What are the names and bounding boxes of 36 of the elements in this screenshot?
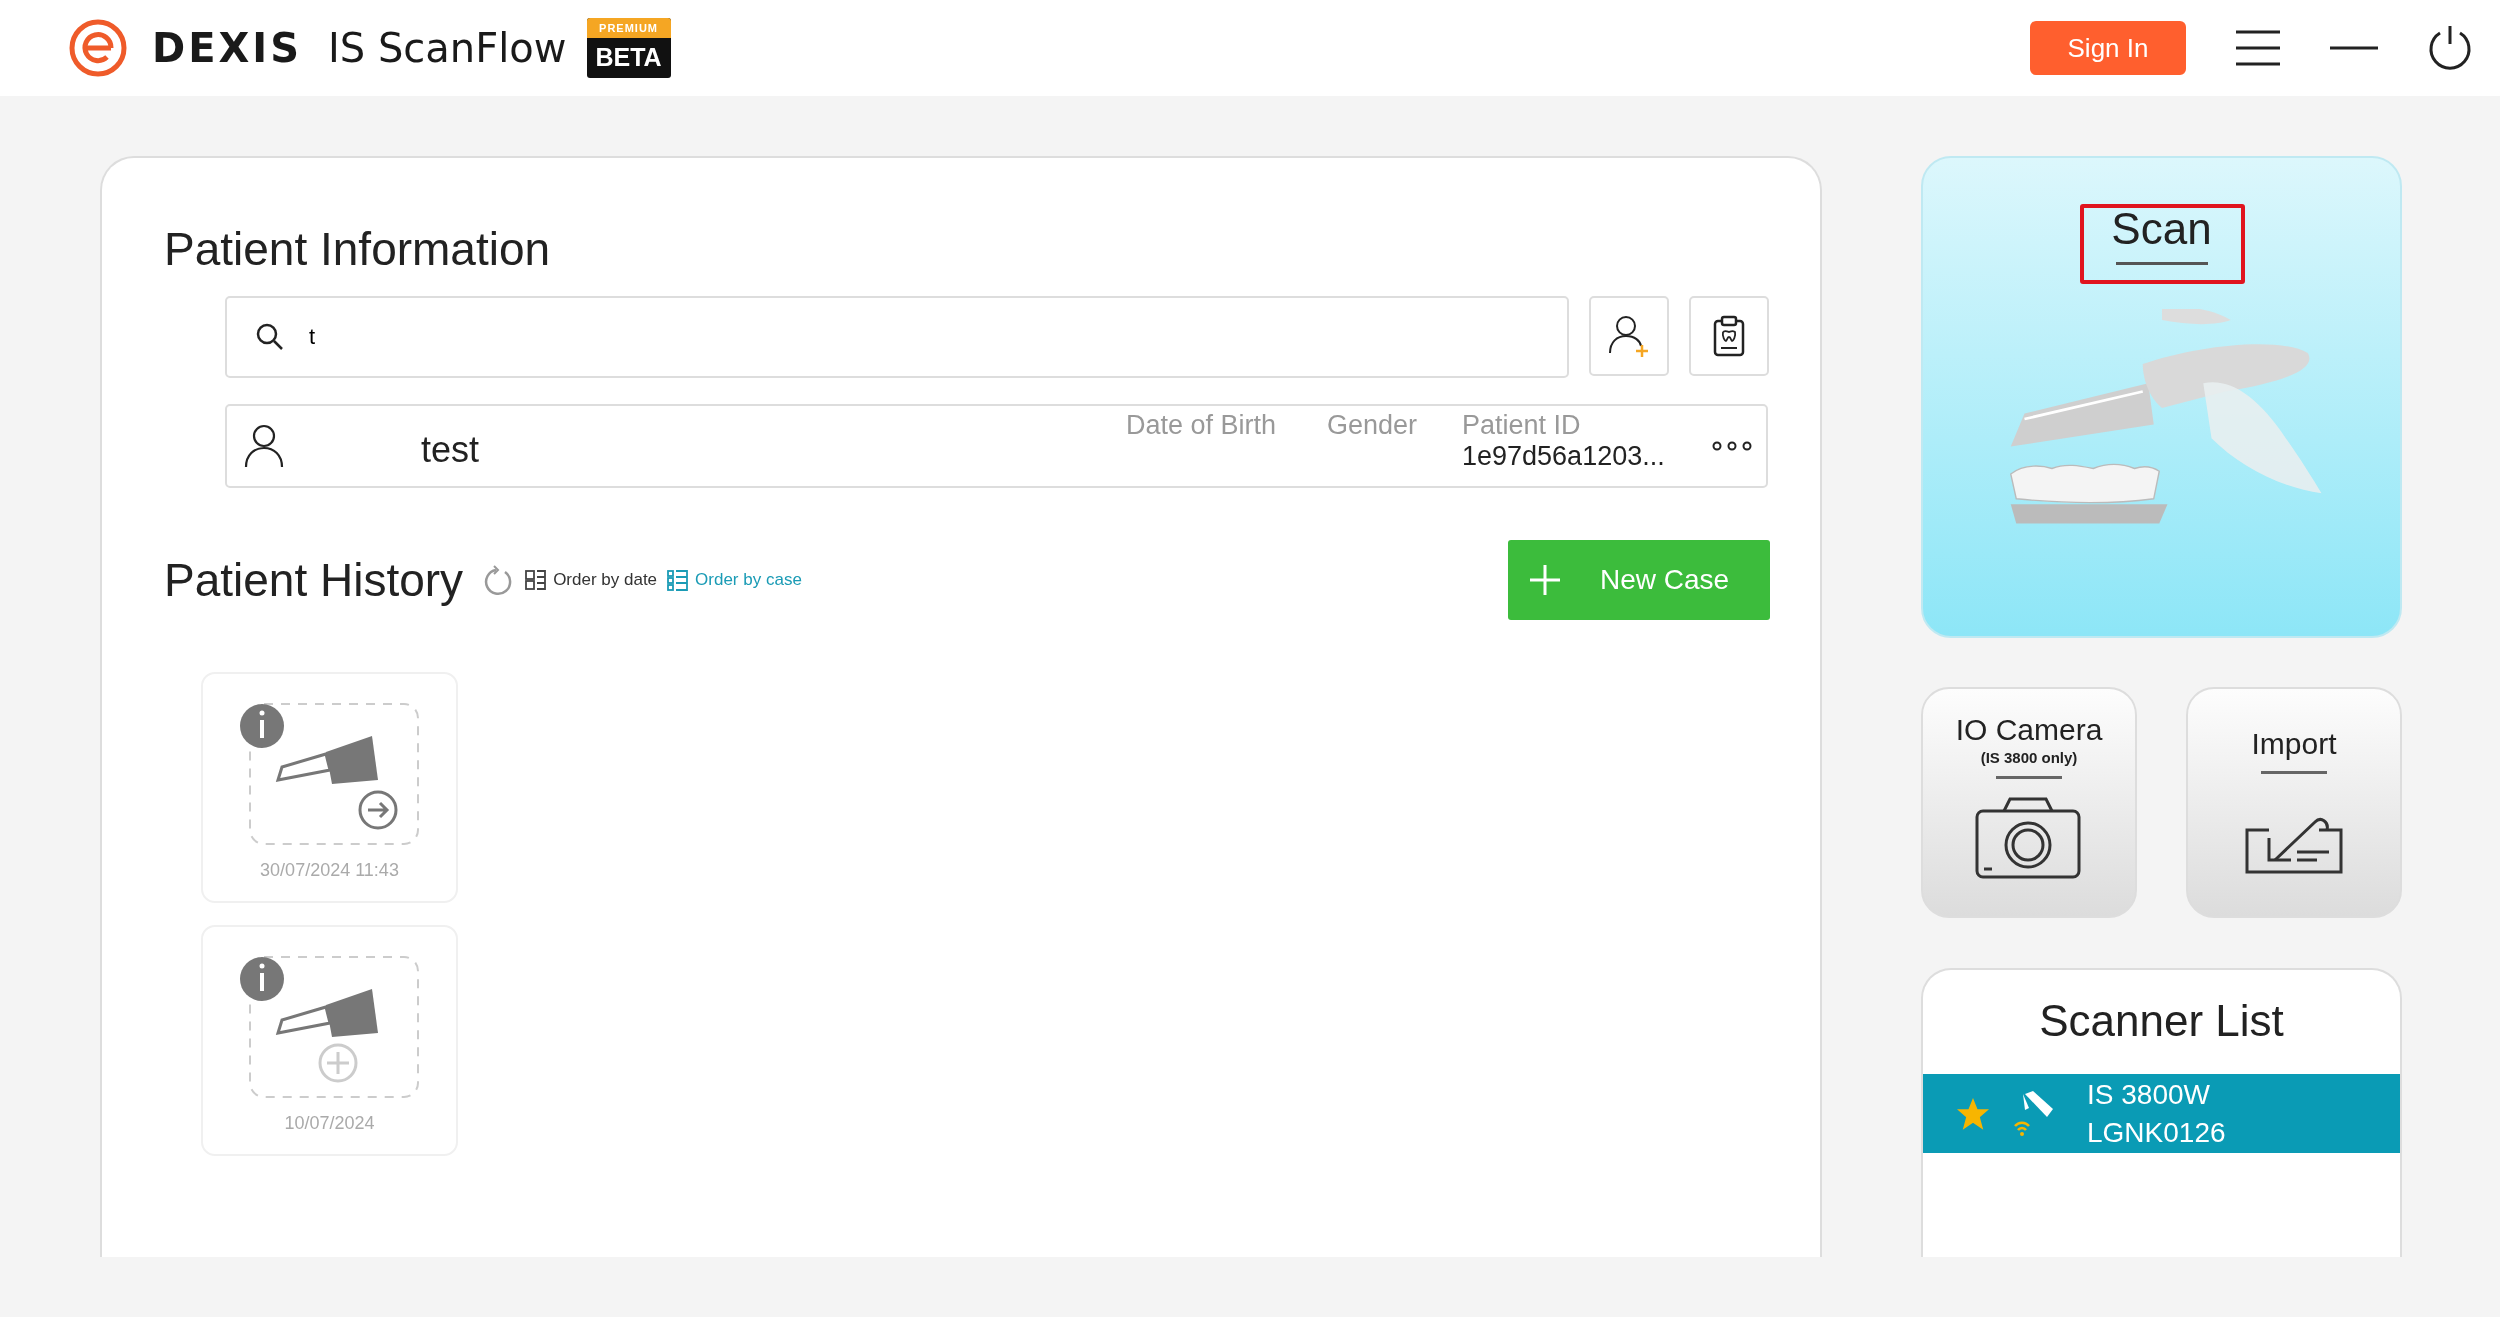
- tile-label: Import: [2251, 727, 2337, 761]
- search-icon: [255, 322, 285, 352]
- list-icon: [667, 569, 690, 591]
- section-title: Patient History: [164, 553, 464, 607]
- add-patient-button[interactable]: [1589, 296, 1669, 376]
- product-name: IS ScanFlow: [328, 25, 567, 71]
- patient-name: test: [421, 429, 481, 471]
- minimize-icon[interactable]: [2330, 45, 2378, 51]
- plus-icon: [1530, 565, 1560, 595]
- list-icon: [525, 569, 548, 591]
- tile-label: IO Camera: [1955, 713, 2103, 747]
- clipboard-button[interactable]: [1689, 296, 1769, 376]
- menu-icon[interactable]: [2234, 28, 2282, 68]
- search-field[interactable]: t: [225, 296, 1569, 378]
- brand-logo: DEXIS: [152, 25, 303, 71]
- scan-tile[interactable]: Scan: [1921, 156, 2402, 638]
- order-option[interactable]: Order by date: [525, 569, 658, 591]
- import-tile[interactable]: Import: [2186, 687, 2402, 918]
- scanner-wifi-icon: [2011, 1089, 2055, 1138]
- field-label: Date of Birth: [1126, 410, 1278, 441]
- beta-badge: PREMIUM BETA: [586, 18, 671, 78]
- section-title: Patient Information: [164, 222, 552, 276]
- field-value: 1e97d56a1203...: [1462, 441, 1666, 472]
- tile-note: (IS 3800 only): [1980, 749, 2078, 766]
- case-date: 10/07/2024: [284, 1113, 375, 1134]
- panel-title: Scanner List: [2038, 996, 2285, 1046]
- camera-tile[interactable]: IO Camera (IS 3800 only): [1921, 687, 2137, 918]
- more-icon[interactable]: [1712, 441, 1752, 451]
- logo-icon: [68, 18, 128, 78]
- field-label: Patient ID: [1462, 410, 1582, 441]
- scan-label: Scan: [2111, 204, 2212, 254]
- field-label: Gender: [1327, 410, 1419, 441]
- person-icon: [243, 423, 285, 469]
- case-date: 30/07/2024 11:43: [260, 860, 399, 881]
- patient-row[interactable]: test Date of Birth Gender Patient ID 1e97d56a1203...: [225, 404, 1768, 488]
- star-icon[interactable]: [1957, 1097, 1989, 1130]
